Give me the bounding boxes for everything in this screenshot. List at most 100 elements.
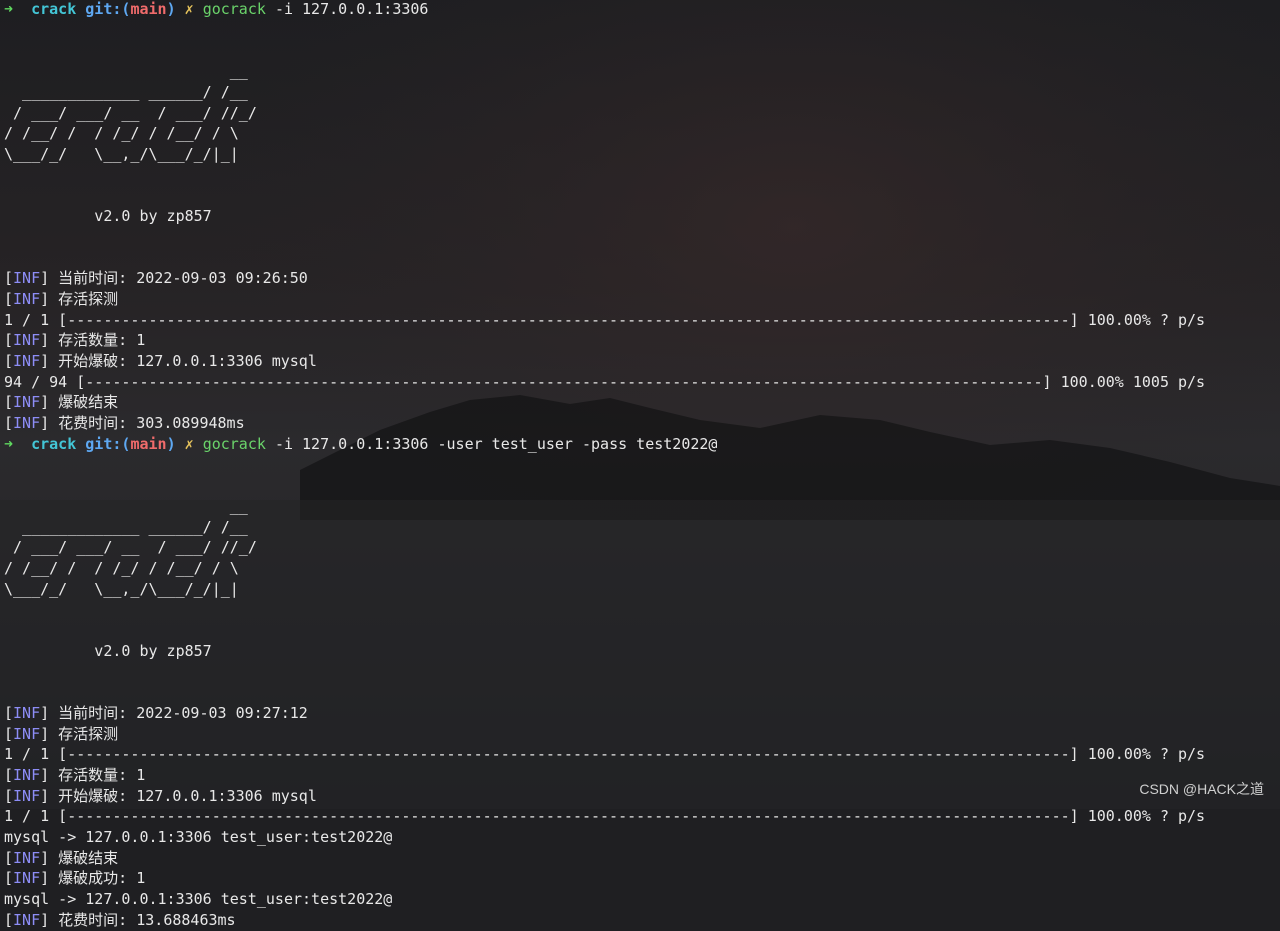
ascii-banner-line: __	[4, 496, 248, 517]
log-text: 花费时间: 13.688463ms	[49, 910, 236, 929]
log-line: [INF] 存活探测	[4, 724, 118, 745]
log-text: mysql -> 127.0.0.1:3306 test_user:test20…	[4, 890, 393, 909]
inf-tag: INF	[13, 869, 41, 888]
bracket-close: ]	[40, 393, 50, 412]
bracket-close: ]	[40, 765, 50, 784]
bracket-close: ]	[40, 910, 50, 929]
log-line: [INF] 存活探测	[4, 289, 118, 310]
ascii-banner-line: / ___/ ___/ __ / ___/ //_/	[4, 103, 257, 124]
log-text: 存活数量: 1	[49, 765, 146, 784]
inf-tag: INF	[13, 703, 41, 722]
log-text: 爆破结束	[49, 393, 119, 412]
bracket-open: [	[4, 331, 14, 350]
inf-tag: INF	[13, 269, 41, 288]
bracket-close: ]	[40, 351, 50, 370]
ascii-banner-text: / /__/ / / /_/ / /__/ / \	[4, 124, 239, 143]
command-args: -i 127.0.0.1:3306 -user test_user -pass …	[274, 434, 718, 453]
bracket-open: [	[4, 765, 14, 784]
bracket-open: [	[4, 703, 14, 722]
prompt-directory: crack	[31, 0, 77, 18]
ascii-banner-line: \___/_/ \__,_/\___/_/|_|	[4, 144, 239, 165]
prompt-dirty-icon: ✗	[184, 434, 194, 453]
log-line: [INF] 当前时间: 2022-09-03 09:26:50	[4, 268, 308, 289]
prompt-git-close: )	[166, 0, 176, 18]
ascii-banner-text: / ___/ ___/ __ / ___/ //_/	[4, 538, 257, 557]
command-name: gocrack	[202, 434, 266, 453]
progress-line: 94 / 94 [-------------------------------…	[4, 372, 1205, 393]
log-text: 当前时间: 2022-09-03 09:26:50	[49, 269, 308, 288]
ascii-banner-line: / /__/ / / /_/ / /__/ / \	[4, 123, 239, 144]
prompt-dirty-icon: ✗	[184, 0, 194, 18]
result-line: mysql -> 127.0.0.1:3306 test_user:test20…	[4, 827, 392, 848]
bracket-open: [	[4, 351, 14, 370]
log-text: 存活探测	[49, 724, 119, 743]
bracket-open: [	[4, 724, 14, 743]
log-line: [INF] 花费时间: 13.688463ms	[4, 910, 236, 931]
command-args: -i 127.0.0.1:3306	[274, 0, 429, 18]
ascii-banner-line: \___/_/ \__,_/\___/_/|_|	[4, 579, 239, 600]
bracket-open: [	[4, 414, 14, 432]
inf-tag: INF	[13, 289, 41, 308]
bracket-close: ]	[40, 289, 50, 308]
prompt-directory: crack	[31, 434, 77, 453]
log-line: [INF] 存活数量: 1	[4, 330, 145, 351]
progress-text: 94 / 94 [-------------------------------…	[4, 372, 1206, 391]
log-text: 存活探测	[49, 289, 119, 308]
log-line: [INF] 当前时间: 2022-09-03 09:27:12	[4, 703, 308, 724]
prompt-git-label: git:(	[85, 0, 131, 18]
bracket-open: [	[4, 910, 14, 929]
inf-tag: INF	[13, 724, 41, 743]
prompt-git-label: git:(	[85, 434, 131, 453]
version-line: v2.0 by zp857	[4, 206, 212, 227]
progress-line: 1 / 1 [---------------------------------…	[4, 310, 1205, 331]
bracket-open: [	[4, 848, 14, 867]
inf-tag: INF	[13, 786, 41, 805]
ascii-banner-line: / /__/ / / /_/ / /__/ / \	[4, 558, 239, 579]
log-line: [INF] 爆破结束	[4, 392, 118, 413]
inf-tag: INF	[13, 910, 41, 929]
ascii-banner-text: _____________ ______/ /__	[4, 517, 248, 536]
progress-text: 1 / 1 [---------------------------------…	[4, 745, 1206, 764]
inf-tag: INF	[13, 393, 41, 412]
ascii-banner-text: __	[4, 496, 248, 515]
version-text: v2.0 by zp857	[4, 207, 212, 225]
log-line: [INF] 花费时间: 303.089948ms	[4, 413, 245, 434]
prompt-branch: main	[130, 0, 167, 18]
prompt-line: ➜ crack git:(main) ✗ gocrack -i 127.0.0.…	[4, 434, 717, 455]
ascii-banner-text: / /__/ / / /_/ / /__/ / \	[4, 558, 239, 577]
inf-tag: INF	[13, 765, 41, 784]
command-name: gocrack	[202, 0, 266, 18]
log-text: 花费时间: 303.089948ms	[49, 414, 245, 432]
log-text: 存活数量: 1	[49, 331, 146, 350]
bracket-close: ]	[40, 703, 50, 722]
progress-line: 1 / 1 [---------------------------------…	[4, 744, 1205, 765]
log-line: [INF] 爆破结束	[4, 848, 118, 869]
result-line: mysql -> 127.0.0.1:3306 test_user:test20…	[4, 889, 392, 910]
bracket-open: [	[4, 869, 14, 888]
version-line: v2.0 by zp857	[4, 641, 212, 662]
prompt-git-close: )	[166, 434, 176, 453]
log-text: 开始爆破: 127.0.0.1:3306 mysql	[49, 351, 317, 370]
log-line: [INF] 存活数量: 1	[4, 765, 145, 786]
watermark: CSDN @HACK之道	[1139, 781, 1264, 797]
log-text: 当前时间: 2022-09-03 09:27:12	[49, 703, 308, 722]
bracket-open: [	[4, 289, 14, 308]
bracket-open: [	[4, 786, 14, 805]
bracket-close: ]	[40, 269, 50, 288]
ascii-banner-line: / ___/ ___/ __ / ___/ //_/	[4, 537, 257, 558]
bracket-close: ]	[40, 869, 50, 888]
ascii-banner-text: / ___/ ___/ __ / ___/ //_/	[4, 103, 257, 122]
prompt-line: ➜ crack git:(main) ✗ gocrack -i 127.0.0.…	[4, 0, 428, 20]
log-text: 爆破成功: 1	[49, 869, 146, 888]
ascii-banner-text: __	[4, 62, 248, 81]
ascii-banner-text: \___/_/ \__,_/\___/_/|_|	[4, 144, 239, 163]
prompt-branch: main	[130, 434, 167, 453]
log-text: 开始爆破: 127.0.0.1:3306 mysql	[49, 786, 317, 805]
ascii-banner-line: __	[4, 61, 248, 82]
inf-tag: INF	[13, 414, 41, 432]
ascii-banner-line: _____________ ______/ /__	[4, 517, 248, 538]
version-text: v2.0 by zp857	[4, 641, 212, 660]
log-line: [INF] 爆破成功: 1	[4, 868, 145, 889]
progress-text: 1 / 1 [---------------------------------…	[4, 807, 1206, 826]
ascii-banner-text: \___/_/ \__,_/\___/_/|_|	[4, 579, 239, 598]
